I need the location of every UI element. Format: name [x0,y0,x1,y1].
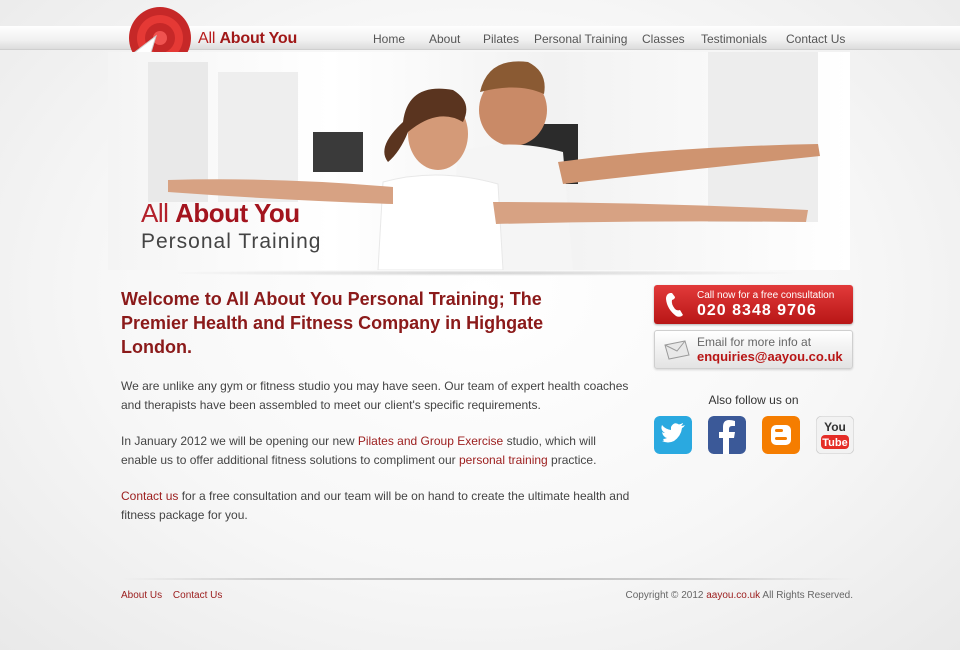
nav-home[interactable]: Home [373,32,405,46]
hero-title-light: All [141,198,176,228]
email-button[interactable]: Email for more info at enquiries@aayou.c… [654,330,853,369]
email-address: enquiries@aayou.co.uk [697,349,843,364]
hero-title-bold: About You [175,198,300,228]
contact-us-link[interactable]: Contact us [121,489,178,503]
personal-training-link[interactable]: personal training [459,453,548,467]
youtube-icon[interactable]: You Tube [816,416,854,454]
nav-testimonials[interactable]: Testimonials [701,32,767,46]
hero-title: All About You [141,198,300,229]
envelope-icon [664,340,690,360]
footer-contact-link[interactable]: Contact Us [173,590,222,601]
copyright-text-a: Copyright © 2012 [625,590,707,601]
facebook-icon[interactable] [708,416,746,454]
phone-number: 020 8348 9706 [697,302,817,319]
pilates-link[interactable]: Pilates and Group Exercise [358,434,503,448]
footer-about-link[interactable]: About Us [121,590,162,601]
nav-pilates[interactable]: Pilates [483,32,519,46]
svg-text:You: You [824,420,846,434]
svg-text:Tube: Tube [822,437,847,449]
call-button[interactable]: Call now for a free consultation 020 834… [654,285,853,324]
brand-name[interactable]: All About You [198,30,297,48]
page-headline: Welcome to All About You Personal Traini… [121,289,544,357]
nav-contact-us[interactable]: Contact Us [786,32,845,46]
copyright: Copyright © 2012 aayou.co.uk All Rights … [625,590,853,601]
brand-light: All [198,30,220,47]
nav-personal-training[interactable]: Personal Training [534,32,627,46]
call-label: Call now for a free consultation [697,290,835,301]
footer-nav: About Us Contact Us [121,590,230,601]
phone-icon [666,293,683,317]
contact-paragraph: Contact us for a free consultation and o… [121,487,631,525]
copyright-text-b: All Rights Reserved. [760,590,853,601]
hero-shadow [160,270,810,276]
footer-divider [121,578,853,580]
nav-classes[interactable]: Classes [642,32,685,46]
twitter-icon[interactable] [654,416,692,454]
site-link[interactable]: aayou.co.uk [706,590,760,601]
studio-paragraph: In January 2012 we will be opening our n… [121,432,631,470]
brand-bold: About You [219,30,298,47]
follow-label: Also follow us on [708,393,799,407]
hero-banner: All About You Personal Training [108,52,850,270]
studio-text-c: practice. [547,453,597,467]
email-label: Email for more info at [697,335,812,349]
nav-about[interactable]: About [429,32,460,46]
contact-text: for a free consultation and our team wil… [121,489,630,522]
hero-subtitle: Personal Training [141,230,322,253]
intro-paragraph: We are unlike any gym or fitness studio … [121,379,629,412]
blogger-icon[interactable] [762,416,800,454]
studio-text-a: In January 2012 we will be opening our n… [121,434,358,448]
